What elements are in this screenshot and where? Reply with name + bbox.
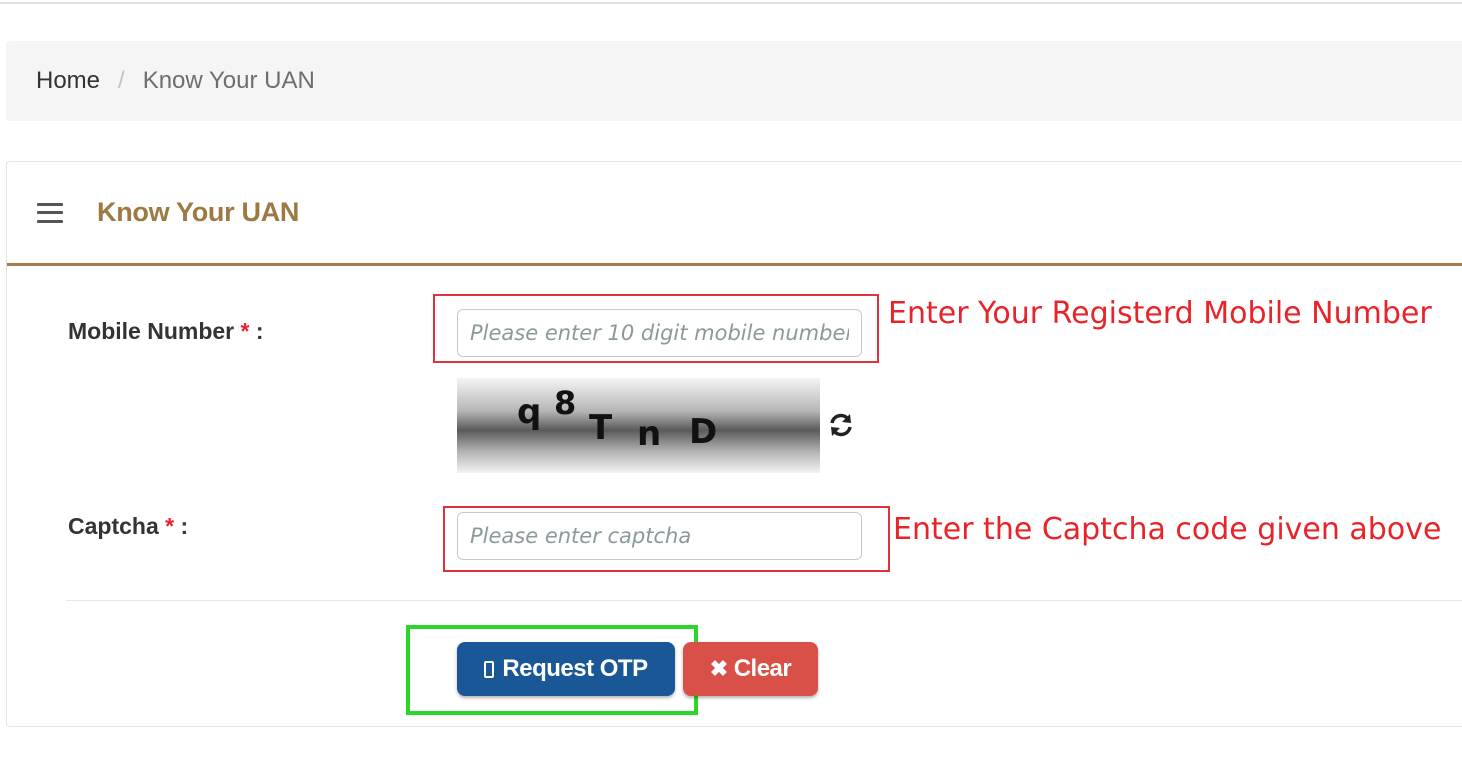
mobile-number-label-text: Mobile Number xyxy=(68,318,235,344)
label-colon: : xyxy=(174,513,189,539)
breadcrumb-current: Know Your UAN xyxy=(142,67,315,94)
panel-title: Know Your UAN xyxy=(97,197,300,227)
breadcrumb-home-link[interactable]: Home xyxy=(36,67,100,95)
required-mark: * xyxy=(165,513,175,539)
captcha-char: n xyxy=(637,414,662,454)
captcha-char: T xyxy=(589,408,613,448)
hamburger-icon xyxy=(37,202,63,223)
mobile-number-label: Mobile Number * : xyxy=(68,318,264,345)
captcha-char: q xyxy=(517,392,542,432)
form-divider xyxy=(66,600,1462,601)
breadcrumb-separator: / xyxy=(118,67,125,94)
captcha-char: 8 xyxy=(554,384,577,422)
top-rule xyxy=(0,0,1462,4)
panel-heading: Know Your UAN xyxy=(7,162,1462,266)
mobile-phone-icon xyxy=(484,660,495,678)
clear-label: Clear xyxy=(733,655,792,682)
captcha-label: Captcha * : xyxy=(68,513,188,540)
captcha-annotation-text: Enter the Captcha code given above xyxy=(893,512,1442,547)
request-otp-label: Request OTP xyxy=(502,655,648,682)
captcha-image: q 8 T n D xyxy=(457,378,820,473)
mobile-annotation-text: Enter Your Registerd Mobile Number xyxy=(888,296,1432,331)
label-colon: : xyxy=(249,318,264,344)
request-otp-button[interactable]: Request OTP xyxy=(457,642,675,696)
captcha-input[interactable] xyxy=(457,512,862,560)
breadcrumb: Home / Know Your UAN xyxy=(6,41,1462,121)
close-icon: ✖ xyxy=(709,656,728,681)
captcha-label-text: Captcha xyxy=(68,513,159,539)
captcha-char: D xyxy=(689,412,718,452)
mobile-number-input[interactable] xyxy=(457,309,862,357)
clear-button[interactable]: ✖ Clear xyxy=(683,642,818,696)
refresh-icon[interactable] xyxy=(826,410,856,440)
